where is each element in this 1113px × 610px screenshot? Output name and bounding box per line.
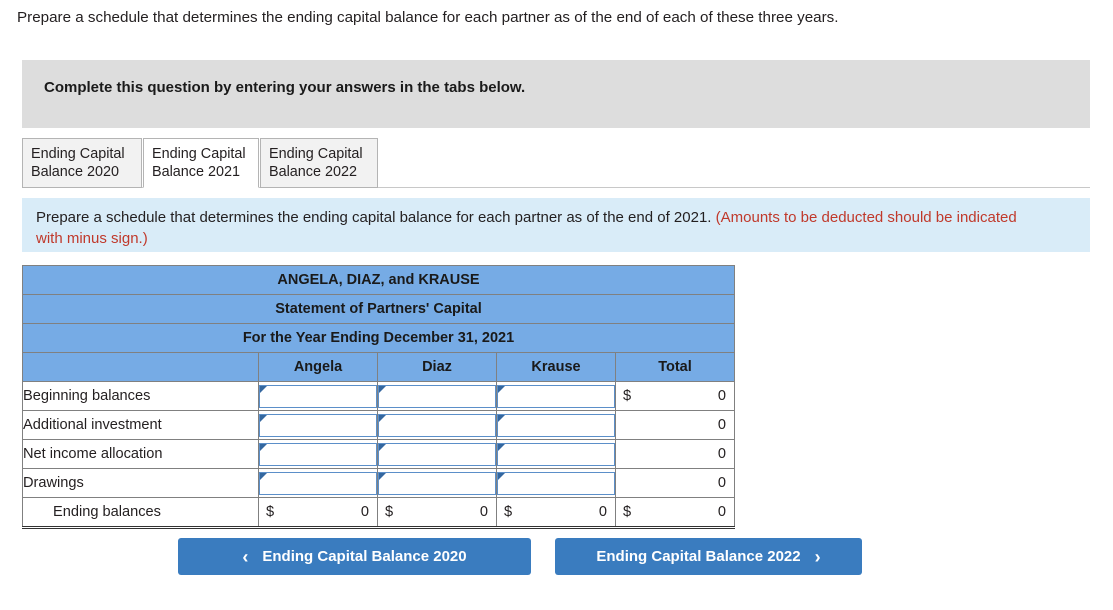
table-row: Additional investment 0 [22, 410, 735, 440]
cell-additional-investment-total: 0 [615, 410, 735, 440]
value-ending-balances-diaz: 0 [479, 504, 488, 520]
statement-of-partners-capital-table: ANGELA, DIAZ, and KRAUSE Statement of Pa… [22, 265, 735, 529]
statement-title-name: Statement of Partners' Capital [22, 294, 735, 324]
complete-question-banner-text: Complete this question by entering your … [44, 79, 526, 96]
prev-tab-button-label: Ending Capital Balance 2020 [262, 548, 467, 565]
column-header-blank [22, 352, 259, 382]
cell-additional-investment-diaz[interactable] [377, 410, 497, 440]
table-row: Beginning balances $ 0 [22, 381, 735, 411]
input-net-income-allocation-diaz[interactable] [378, 442, 496, 466]
currency-symbol: $ [385, 504, 394, 520]
value-ending-balances-krause: 0 [598, 504, 607, 520]
cell-drawings-total: 0 [615, 468, 735, 498]
table-title-row-1: ANGELA, DIAZ, and KRAUSE [22, 265, 735, 295]
input-additional-investment-krause[interactable] [497, 413, 615, 437]
input-beginning-balances-diaz[interactable] [378, 384, 496, 408]
tab-label-line2: Balance 2021 [152, 164, 241, 180]
table-row: Ending balances $ 0 $ 0 $ 0 $ 0 [22, 497, 735, 529]
page-instruction: Prepare a schedule that determines the e… [17, 9, 839, 26]
requirement-info-main: Prepare a schedule that determines the e… [36, 209, 712, 226]
currency-symbol: $ [266, 504, 275, 520]
column-header-angela: Angela [258, 352, 378, 382]
tab-label-line1: Ending Capital [269, 146, 363, 162]
input-drawings-krause[interactable] [497, 471, 615, 495]
requirement-info-text: Prepare a schedule that determines the e… [36, 207, 1036, 249]
cell-net-income-allocation-total: 0 [615, 439, 735, 469]
currency-symbol: $ [623, 388, 632, 404]
cell-ending-balances-total: $ 0 [615, 497, 735, 529]
input-net-income-allocation-angela[interactable] [259, 442, 377, 466]
row-label-additional-investment: Additional investment [22, 410, 259, 440]
value-ending-balances-angela: 0 [360, 504, 369, 520]
tab-label-line1: Ending Capital [31, 146, 125, 162]
value-net-income-allocation-total: 0 [717, 446, 726, 462]
cell-drawings-angela[interactable] [258, 468, 378, 498]
table-row: Net income allocation 0 [22, 439, 735, 469]
input-additional-investment-angela[interactable] [259, 413, 377, 437]
chevron-right-icon: › [814, 546, 821, 567]
cell-net-income-allocation-diaz[interactable] [377, 439, 497, 469]
tab-label-line2: Balance 2022 [269, 164, 358, 180]
value-drawings-total: 0 [717, 475, 726, 491]
cell-ending-balances-angela: $ 0 [258, 497, 378, 529]
tab-label-line2: Balance 2020 [31, 164, 120, 180]
cell-beginning-balances-krause[interactable] [496, 381, 616, 411]
next-tab-button[interactable]: Ending Capital Balance 2022 › [555, 538, 862, 575]
value-additional-investment-total: 0 [717, 417, 726, 433]
prev-tab-button[interactable]: ‹ Ending Capital Balance 2020 [178, 538, 531, 575]
row-label-ending-balances: Ending balances [22, 497, 259, 529]
statement-title-company: ANGELA, DIAZ, and KRAUSE [22, 265, 735, 295]
cell-ending-balances-krause: $ 0 [496, 497, 616, 529]
tab-strip: Ending Capital Balance 2020 Ending Capit… [22, 138, 1090, 188]
input-beginning-balances-krause[interactable] [497, 384, 615, 408]
cell-net-income-allocation-angela[interactable] [258, 439, 378, 469]
table-title-row-3: For the Year Ending December 31, 2021 [22, 323, 735, 353]
cell-drawings-diaz[interactable] [377, 468, 497, 498]
cell-additional-investment-angela[interactable] [258, 410, 378, 440]
cell-additional-investment-krause[interactable] [496, 410, 616, 440]
requirement-info-box: Prepare a schedule that determines the e… [22, 198, 1090, 252]
tab-ending-capital-balance-2020[interactable]: Ending Capital Balance 2020 [22, 138, 142, 188]
table-column-header-row: Angela Diaz Krause Total [22, 352, 735, 382]
input-drawings-diaz[interactable] [378, 471, 496, 495]
statement-title-period: For the Year Ending December 31, 2021 [22, 323, 735, 353]
cell-net-income-allocation-krause[interactable] [496, 439, 616, 469]
row-label-beginning-balances: Beginning balances [22, 381, 259, 411]
cell-beginning-balances-angela[interactable] [258, 381, 378, 411]
chevron-left-icon: ‹ [242, 546, 249, 567]
input-beginning-balances-angela[interactable] [259, 384, 377, 408]
cell-ending-balances-diaz: $ 0 [377, 497, 497, 529]
currency-symbol: $ [504, 504, 513, 520]
tab-ending-capital-balance-2022[interactable]: Ending Capital Balance 2022 [260, 138, 378, 188]
row-label-net-income-allocation: Net income allocation [22, 439, 259, 469]
cell-drawings-krause[interactable] [496, 468, 616, 498]
tab-ending-capital-balance-2021[interactable]: Ending Capital Balance 2021 [143, 138, 259, 188]
column-header-diaz: Diaz [377, 352, 497, 382]
currency-symbol: $ [623, 504, 632, 520]
column-header-total: Total [615, 352, 735, 382]
complete-question-banner: Complete this question by entering your … [22, 60, 1090, 128]
table-title-row-2: Statement of Partners' Capital [22, 294, 735, 324]
input-net-income-allocation-krause[interactable] [497, 442, 615, 466]
value-ending-balances-total: 0 [717, 504, 726, 520]
cell-beginning-balances-diaz[interactable] [377, 381, 497, 411]
input-additional-investment-diaz[interactable] [378, 413, 496, 437]
table-row: Drawings 0 [22, 468, 735, 498]
value-beginning-balances-total: 0 [717, 388, 726, 404]
tab-label-line1: Ending Capital [152, 146, 246, 162]
next-tab-button-label: Ending Capital Balance 2022 [596, 548, 801, 565]
input-drawings-angela[interactable] [259, 471, 377, 495]
cell-beginning-balances-total: $ 0 [615, 381, 735, 411]
column-header-krause: Krause [496, 352, 616, 382]
row-label-drawings: Drawings [22, 468, 259, 498]
